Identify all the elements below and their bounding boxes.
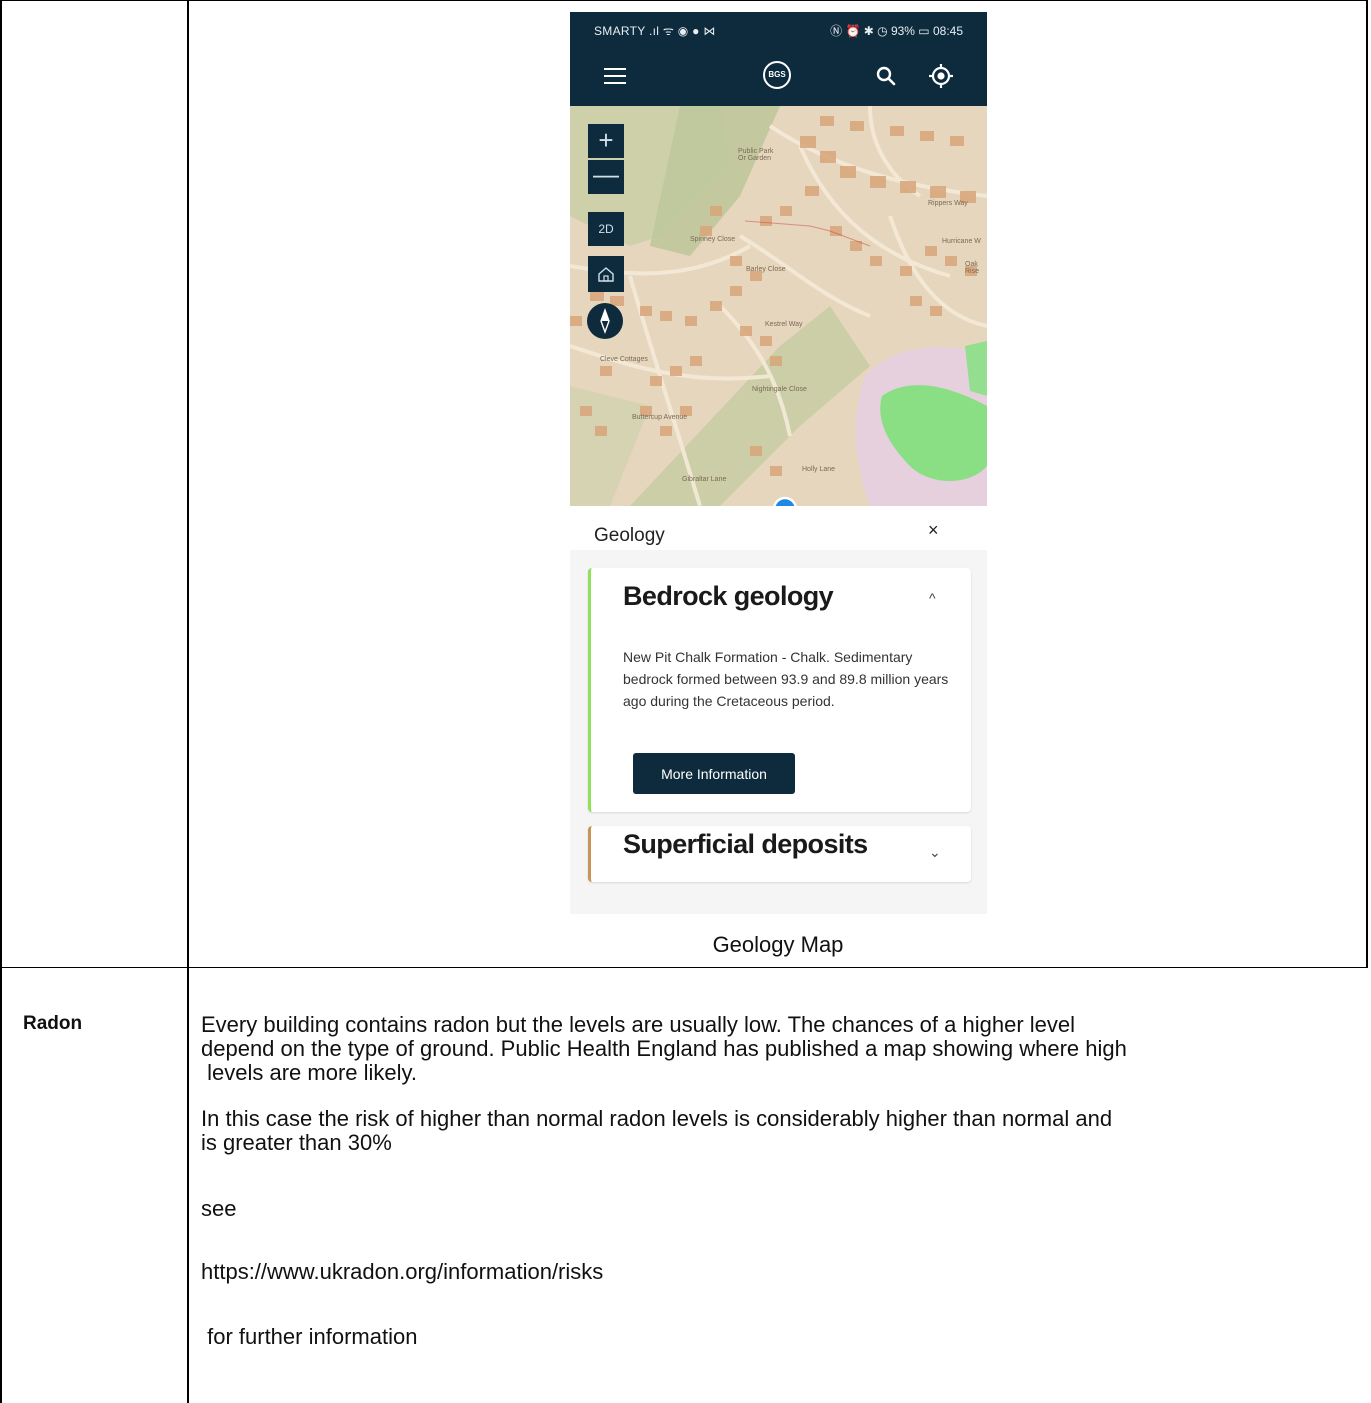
hamburger-menu-icon[interactable] (604, 68, 626, 86)
map-label: Public Park Or Garden (738, 148, 774, 162)
table-row-divider (0, 967, 1368, 968)
table-border-right (1366, 0, 1368, 968)
bedrock-geology-card[interactable]: Bedrock geology ^ New Pit Chalk Formatio… (588, 568, 971, 812)
phone-screenshot: SMARTY .ıl ᯤ ◉ ● ⋈ Ⓝ ⏰ ✱ ◷ 93% ▭ 08:45 B… (570, 12, 987, 914)
more-information-button[interactable]: More Information (633, 753, 795, 794)
table-border-top (0, 0, 1368, 1)
radon-label: Radon (23, 1013, 83, 1034)
map-view[interactable]: Public Park Or Garden Rippers Way Hurric… (570, 106, 987, 506)
location-marker-icon (773, 496, 797, 506)
chevron-down-icon[interactable]: ⌄ (929, 844, 941, 861)
radon-para1-line3: levels are more likely. (201, 1060, 417, 1085)
my-location-icon[interactable] (927, 62, 955, 90)
zoom-in-button[interactable]: + (588, 124, 624, 158)
home-button[interactable] (588, 256, 624, 292)
bedrock-description: New Pit Chalk Formation - Chalk. Sedimen… (623, 649, 949, 709)
radon-link[interactable]: https://www.ukradon.org/information/risk… (201, 1260, 1351, 1284)
superficial-deposits-card[interactable]: Superficial deposits ⌄ (588, 826, 971, 882)
status-indicators: Ⓝ ⏰ ✱ ◷ 93% ▭ 08:45 (830, 24, 963, 38)
map-label: Buttercup Avenue (632, 414, 688, 421)
panel-title: Geology (594, 525, 665, 546)
compass-icon (600, 307, 610, 335)
status-bar: SMARTY .ıl ᯤ ◉ ● ⋈ Ⓝ ⏰ ✱ ◷ 93% ▭ 08:45 (570, 12, 987, 48)
zoom-out-button[interactable]: — (588, 160, 624, 194)
map-label: Gibraltar Lane (682, 476, 727, 483)
map-label: Barley Close (746, 266, 786, 273)
map-label: Spinney Close (690, 236, 736, 243)
radon-para2-line2: is greater than 30% (201, 1130, 392, 1155)
view-mode-2d-button[interactable]: 2D (588, 212, 624, 246)
status-carrier: SMARTY .ıl ᯤ ◉ ● ⋈ (594, 24, 716, 38)
bedrock-geology-title: Bedrock geology (623, 581, 834, 611)
map-label: Holly Lane (802, 466, 836, 473)
radon-further-info: for further information (201, 1324, 418, 1349)
radon-para2-line1: In this case the risk of higher than nor… (201, 1106, 1113, 1131)
map-tiles (570, 106, 987, 506)
map-label: Kestrel Way (765, 321, 803, 328)
compass-button[interactable] (587, 303, 623, 339)
chevron-up-icon[interactable]: ^ (929, 590, 936, 606)
superficial-deposits-title: Superficial deposits (623, 829, 868, 859)
app-bar: BGS (570, 48, 987, 106)
map-label: Rippers Way (928, 200, 968, 207)
map-label: Oak Rise (965, 261, 980, 275)
table-column-divider (187, 0, 189, 1403)
radon-see: see (201, 1196, 237, 1221)
search-icon[interactable] (874, 64, 898, 88)
radon-para1-line2: depend on the type of ground. Public Hea… (201, 1036, 1127, 1061)
bgs-logo-icon: BGS (763, 61, 791, 89)
map-label: Nightingale Close (752, 386, 807, 393)
table-border-left (0, 0, 2, 1403)
map-label: Hurricane W (942, 238, 981, 245)
figure-caption: Geology Map (712, 932, 844, 957)
close-icon[interactable]: × (928, 520, 939, 541)
radon-para1-line1: Every building contains radon but the le… (201, 1012, 1076, 1037)
map-label: Cleve Cottages (600, 356, 648, 363)
home-icon (598, 267, 614, 282)
geology-panel-body: Bedrock geology ^ New Pit Chalk Formatio… (570, 550, 987, 914)
